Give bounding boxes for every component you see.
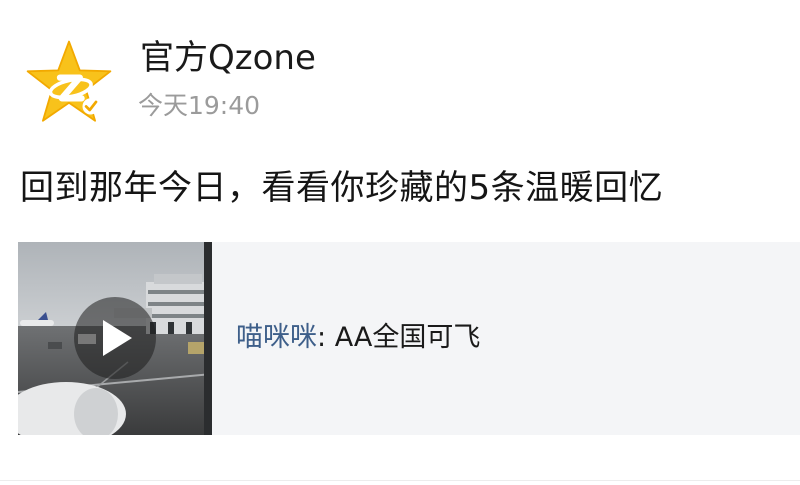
airport-tarmac-video-thumbnail[interactable]	[18, 242, 212, 435]
shared-post-caption: 喵咪咪: AA全国可飞	[236, 320, 480, 356]
caption-separator: :	[317, 322, 335, 353]
author-name[interactable]: 官方Qzone	[140, 36, 316, 80]
shared-video-card[interactable]: 喵咪咪: AA全国可飞	[18, 242, 800, 435]
shared-post-username[interactable]: 喵咪咪	[236, 322, 317, 353]
qzone-star-logo-icon[interactable]	[24, 38, 114, 128]
play-icon[interactable]	[74, 297, 156, 379]
post-timestamp: 今天19:40	[138, 91, 261, 120]
post-header: 官方Qzone 今天19:40	[24, 30, 764, 130]
post-text: 回到那年今日，看看你珍藏的5条温暖回忆	[20, 168, 664, 208]
qzone-feed-page: { "post": { "author": "官方Qzone", "time":…	[0, 0, 800, 485]
shared-post-message: AA全国可飞	[334, 322, 481, 353]
bottom-divider	[0, 480, 800, 481]
